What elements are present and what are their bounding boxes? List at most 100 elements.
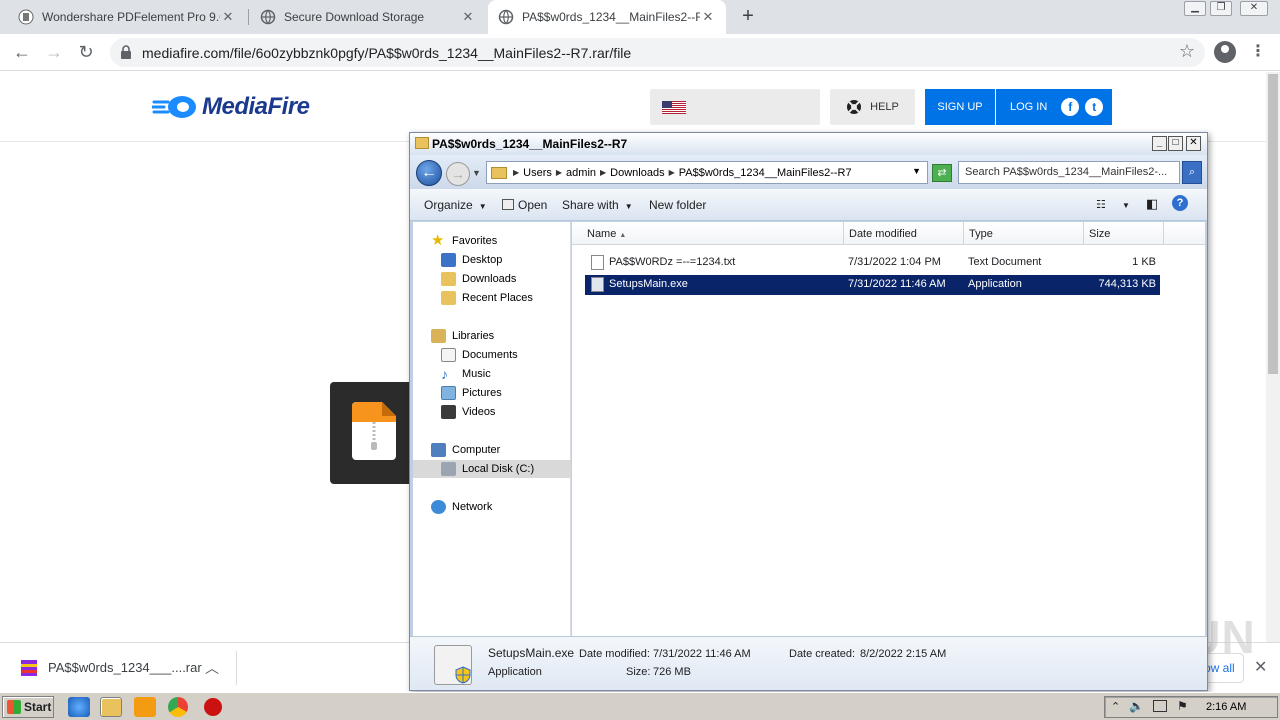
download-item-name[interactable]: PA$$w0rds_1234___....rar [48, 660, 202, 675]
new-folder-button[interactable]: New folder [649, 198, 706, 212]
details-date-created: 8/2/2022 2:15 AM [860, 648, 947, 660]
explorer-search-input[interactable]: Search PA$$w0rds_1234__MainFiles2-... [958, 161, 1180, 184]
forward-arrow-icon[interactable]: → [41, 40, 67, 66]
close-tab-icon[interactable]: ✕ [220, 9, 236, 25]
explorer-breadcrumb[interactable]: ▶ Users ▶ admin ▶ Downloads ▶ PA$$w0rds_… [486, 161, 928, 184]
file-name: PA$$W0RDz =--=1234.txt [609, 256, 736, 268]
minimize-window-button[interactable]: ▁ [1184, 1, 1206, 16]
organize-button[interactable]: Organize ▼ [424, 198, 487, 212]
file-row[interactable]: PA$$W0RDz =--=1234.txt 7/31/2022 1:04 PM… [585, 253, 1160, 273]
chrome-icon[interactable] [168, 697, 188, 717]
help-button[interactable]: HELP [830, 89, 915, 125]
close-window-button[interactable]: ✕ [1240, 1, 1268, 16]
column-header-date[interactable]: Date modified [844, 222, 964, 245]
action-center-flag-icon[interactable]: ⚑ [1177, 699, 1188, 713]
url-text[interactable]: mediafire.com/file/6o0zybbznk0pgfy/PA$$w… [142, 45, 631, 61]
details-size-label: Size: [626, 666, 651, 678]
tab-secure-download[interactable]: Secure Download Storage ✕ [250, 0, 486, 34]
explorer-title-bar[interactable]: PA$$w0rds_1234__MainFiles2--R7 _ □ ✕ [410, 133, 1207, 155]
nav-documents[interactable]: Documents [441, 346, 518, 364]
explorer-minimize-button[interactable]: _ [1152, 136, 1167, 151]
column-header-size[interactable]: Size [1084, 222, 1164, 245]
breadcrumb-downloads[interactable]: Downloads [610, 167, 664, 179]
open-button[interactable]: Open [502, 198, 547, 212]
view-options-icon[interactable]: ☷ [1096, 198, 1106, 211]
breadcrumb-arrow-icon[interactable]: ▶ [556, 168, 562, 177]
documents-icon [441, 348, 456, 362]
breadcrumb-arrow-icon[interactable]: ▶ [513, 168, 519, 177]
nav-label: Computer [452, 444, 501, 456]
scrollbar-thumb[interactable] [1268, 74, 1278, 374]
nav-downloads[interactable]: Downloads [441, 270, 516, 288]
show-hidden-icons-icon[interactable]: ⌃ [1111, 700, 1120, 713]
column-header-spacer [1164, 222, 1205, 245]
start-button[interactable]: Start [2, 696, 54, 718]
nav-libraries[interactable]: Libraries [431, 327, 494, 345]
search-icon[interactable]: ⌕ [1182, 161, 1202, 184]
help-icon[interactable]: ? [1172, 195, 1188, 211]
explorer-back-icon[interactable]: ← [416, 160, 442, 186]
mediafire-logo[interactable]: MediaFire [152, 92, 310, 122]
chevron-down-icon: ▼ [624, 202, 633, 211]
windows-logo-icon [7, 700, 21, 714]
browser-menu-icon[interactable]: ⋮ [1250, 41, 1266, 63]
reload-icon[interactable]: ↻ [73, 40, 99, 66]
nav-network[interactable]: Network [431, 498, 492, 516]
close-shelf-icon[interactable]: ✕ [1254, 657, 1267, 677]
breadcrumb-admin[interactable]: admin [566, 167, 596, 179]
view-dropdown-icon[interactable]: ▼ [1122, 201, 1130, 210]
recent-pages-dropdown-icon[interactable]: ▼ [472, 168, 481, 178]
chevron-up-icon[interactable]: ︿ [205, 658, 219, 678]
tab-mediafire-active[interactable]: PA$$w0rds_1234__MainFiles2--R7 ✕ [488, 0, 726, 34]
nav-recent-places[interactable]: Recent Places [441, 289, 533, 307]
restore-window-button[interactable]: ❐ [1210, 1, 1232, 16]
share-with-button[interactable]: Share with ▼ [562, 198, 633, 212]
bookmark-star-icon[interactable]: ☆ [1179, 41, 1195, 62]
sign-up-button[interactable]: SIGN UP [925, 89, 995, 125]
column-header-type[interactable]: Type [964, 222, 1084, 245]
preview-pane-icon[interactable]: ◧ [1146, 196, 1158, 212]
tab-pdfelement[interactable]: Wondershare PDFelement Pro 9.0.4 ✕ [8, 0, 246, 34]
address-bar[interactable]: mediafire.com/file/6o0zybbznk0pgfy/PA$$w… [110, 38, 1205, 67]
new-tab-button[interactable]: + [736, 5, 760, 29]
nav-pictures[interactable]: Pictures [441, 384, 502, 402]
volume-icon[interactable]: 🔈 [1129, 699, 1144, 713]
breadcrumb-arrow-icon[interactable]: ▶ [669, 168, 675, 177]
nav-local-disk[interactable]: Local Disk (C:) [413, 460, 571, 478]
close-tab-icon[interactable]: ✕ [700, 9, 716, 25]
facebook-icon[interactable]: f [1061, 98, 1080, 116]
nav-music[interactable]: ♪ Music [441, 365, 491, 383]
log-in-button[interactable]: LOG IN f t [996, 89, 1112, 125]
breadcrumb-users[interactable]: Users [523, 167, 552, 179]
language-selector[interactable] [650, 89, 820, 125]
breadcrumb-current-folder[interactable]: PA$$w0rds_1234__MainFiles2--R7 [679, 167, 852, 179]
help-label: HELP [870, 101, 899, 113]
tab-title: PA$$w0rds_1234__MainFiles2--R7 [522, 10, 700, 24]
column-header-name[interactable]: Name ▲ [572, 222, 844, 245]
nav-computer[interactable]: Computer [431, 441, 500, 459]
media-player-icon[interactable] [134, 697, 156, 717]
refresh-icon[interactable]: ⇄ [932, 164, 952, 182]
nav-videos[interactable]: Videos [441, 403, 495, 421]
twitter-icon[interactable]: t [1085, 98, 1104, 116]
rar-archive-icon [21, 660, 37, 676]
file-name: SetupsMain.exe [609, 278, 688, 290]
breadcrumb-arrow-icon[interactable]: ▶ [600, 168, 606, 177]
profile-avatar-icon[interactable] [1214, 41, 1236, 63]
stop-sign-icon[interactable] [204, 698, 222, 716]
explorer-maximize-button[interactable]: □ [1168, 136, 1183, 151]
internet-explorer-icon[interactable] [68, 697, 90, 717]
explorer-close-button[interactable]: ✕ [1186, 136, 1201, 151]
nav-favorites[interactable]: ★ Favorites [431, 232, 497, 250]
nav-desktop[interactable]: Desktop [441, 251, 502, 269]
address-dropdown-icon[interactable]: ▼ [912, 166, 921, 176]
taskbar-clock[interactable]: 2:16 AM [1206, 701, 1246, 713]
network-tray-icon[interactable] [1153, 700, 1167, 712]
details-file-kind: Application [488, 666, 542, 678]
explorer-taskbar-icon[interactable] [100, 697, 122, 717]
page-scrollbar[interactable] [1266, 72, 1280, 642]
explorer-forward-icon[interactable]: → [446, 162, 470, 186]
close-tab-icon[interactable]: ✕ [460, 9, 476, 25]
back-arrow-icon[interactable]: ← [9, 40, 35, 66]
file-row-selected[interactable]: SetupsMain.exe 7/31/2022 11:46 AM Applic… [585, 275, 1160, 295]
